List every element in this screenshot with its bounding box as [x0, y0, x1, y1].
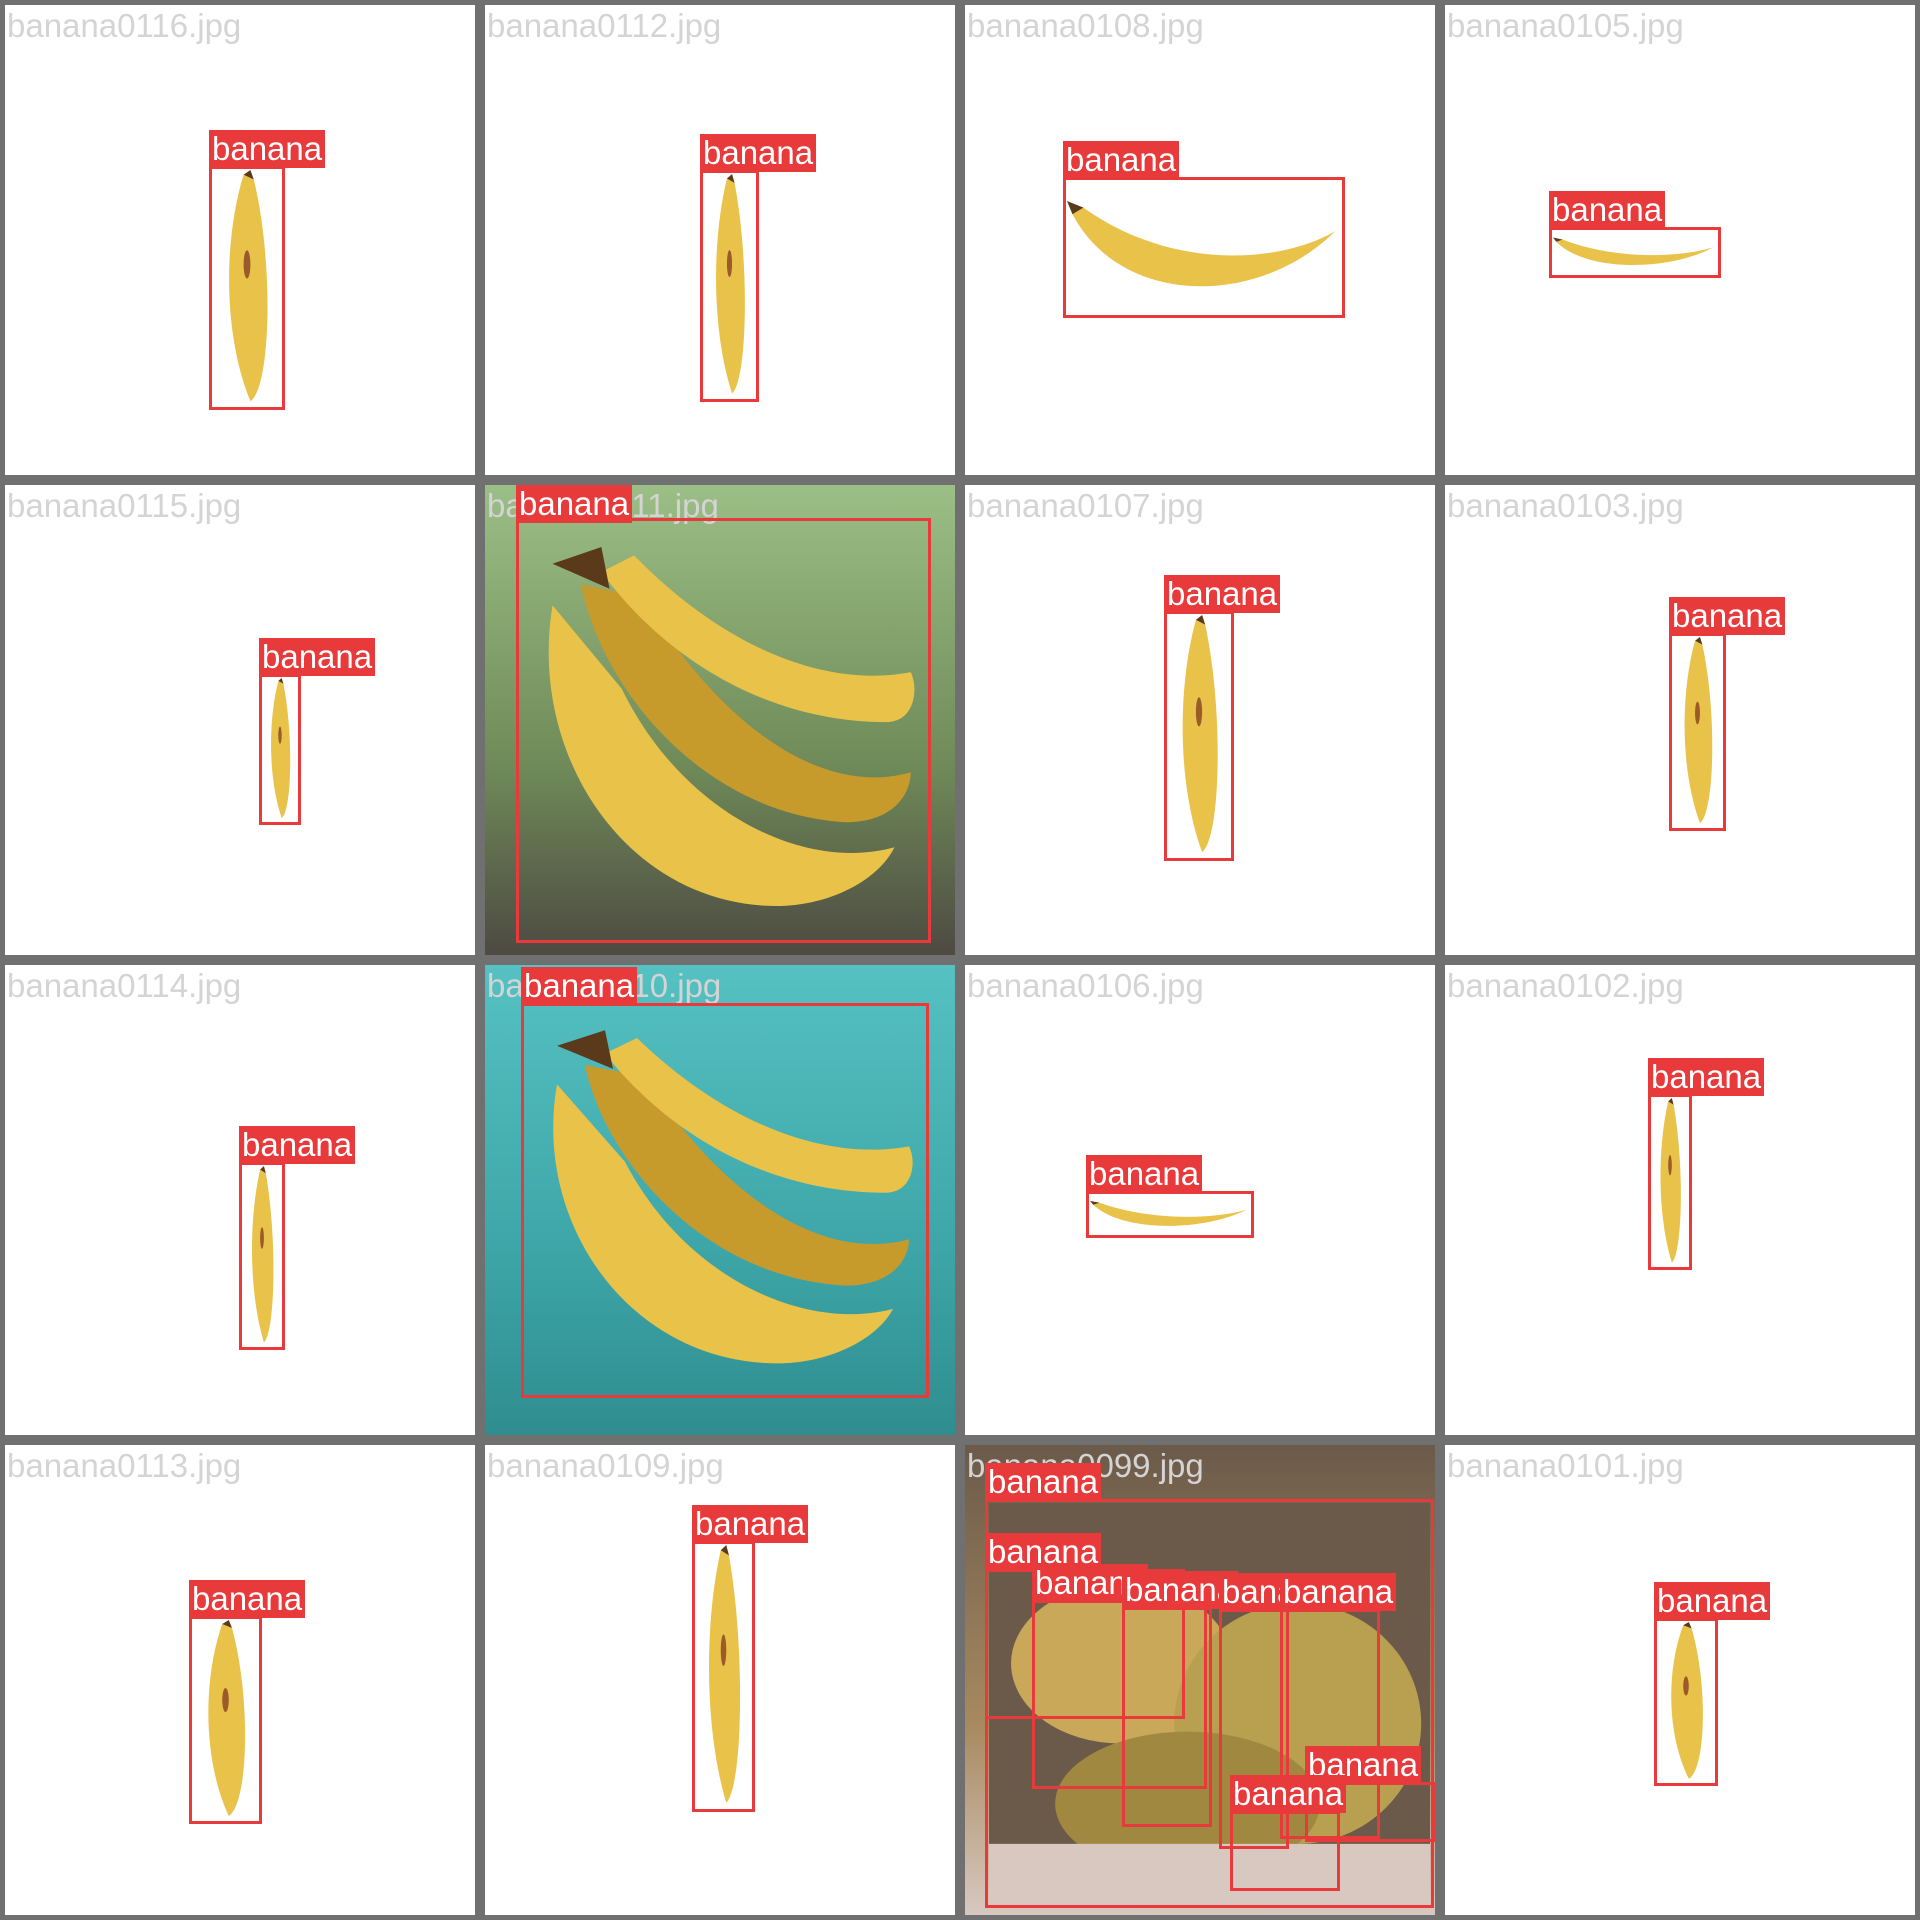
- tile-filename: banana0109.jpg: [487, 1447, 724, 1484]
- detection-label: banana: [521, 967, 638, 1005]
- tile-filename: banana0114.jpg: [7, 967, 242, 1004]
- mosaic-tile: banana0108.jpg banana: [965, 5, 1435, 475]
- detection-label: banana: [1230, 1775, 1347, 1813]
- detection-label: banana: [1549, 191, 1666, 229]
- detection-box: [1230, 1811, 1340, 1891]
- mosaic-tile: banana0103.jpg banana: [1445, 485, 1915, 955]
- detection-label: banana: [1280, 1573, 1397, 1611]
- tile-filename: banana0108.jpg: [967, 7, 1204, 44]
- detection-box: [1086, 1191, 1254, 1238]
- detection-label: banana: [1164, 575, 1281, 613]
- detection-box: [1669, 633, 1726, 831]
- detection-box: [1654, 1618, 1718, 1786]
- detection-box: [1164, 611, 1234, 861]
- detection-box: [1122, 1607, 1212, 1827]
- mosaic-tile: banana0107.jpg banana: [965, 485, 1435, 955]
- detection-label: banana: [516, 485, 633, 523]
- mosaic-tile: banana0110.jpg banana: [485, 965, 955, 1435]
- detection-box: [516, 518, 931, 943]
- detection-box: [259, 674, 301, 825]
- detection-label: banana: [209, 130, 326, 168]
- mosaic-grid: banana0116.jpg banana banana0112.jpg bana…: [0, 0, 1920, 1920]
- mosaic-tile: banana0105.jpg banana: [1445, 5, 1915, 475]
- tile-filename: banana0113.jpg: [7, 1447, 242, 1484]
- mosaic-tile: banana0101.jpg banana: [1445, 1445, 1915, 1915]
- detection-box: [189, 1616, 262, 1824]
- mosaic-tile: banana0115.jpg banana: [5, 485, 475, 955]
- mosaic-tile: banana0111.jpg banana: [485, 485, 955, 955]
- tile-filename: banana0115.jpg: [7, 487, 242, 524]
- detection-box: [700, 170, 759, 402]
- detection-box: [1549, 227, 1721, 278]
- detection-box: [1648, 1094, 1692, 1270]
- detection-label: banana: [1669, 597, 1786, 635]
- mosaic-tile: banana0099.jpg bananabananabananabananab…: [965, 1445, 1435, 1915]
- mosaic-tile: banana0112.jpg banana: [485, 5, 955, 475]
- mosaic-tile: banana0113.jpg banana: [5, 1445, 475, 1915]
- detection-box: [209, 166, 285, 410]
- detection-label: banana: [1086, 1155, 1203, 1193]
- detection-label: banana: [239, 1126, 356, 1164]
- detection-label: banana: [259, 638, 376, 676]
- mosaic-tile: banana0114.jpg banana: [5, 965, 475, 1435]
- tile-filename: banana0116.jpg: [7, 7, 242, 44]
- detection-box: [521, 1003, 929, 1398]
- detection-label: banana: [1063, 141, 1180, 179]
- detection-label: banana: [1654, 1582, 1771, 1620]
- tile-filename: banana0112.jpg: [487, 7, 722, 44]
- mosaic-tile: banana0106.jpg banana: [965, 965, 1435, 1435]
- detection-box: [239, 1162, 285, 1350]
- tile-filename: banana0105.jpg: [1447, 7, 1684, 44]
- detection-label: banana: [985, 1463, 1102, 1501]
- tile-filename: banana0101.jpg: [1447, 1447, 1684, 1484]
- tile-filename: banana0103.jpg: [1447, 487, 1684, 524]
- detection-label: banana: [189, 1580, 306, 1618]
- tile-filename: banana0102.jpg: [1447, 967, 1684, 1004]
- tile-filename: banana0106.jpg: [967, 967, 1204, 1004]
- detection-box: [1063, 177, 1345, 318]
- detection-box: [692, 1541, 755, 1812]
- mosaic-tile: banana0116.jpg banana: [5, 5, 475, 475]
- detection-label: banana: [692, 1505, 809, 1543]
- mosaic-tile: banana0109.jpg banana: [485, 1445, 955, 1915]
- detection-label: banana: [700, 134, 817, 172]
- mosaic-tile: banana0102.jpg banana: [1445, 965, 1915, 1435]
- tile-filename: banana0107.jpg: [967, 487, 1204, 524]
- detection-label: banana: [1648, 1058, 1765, 1096]
